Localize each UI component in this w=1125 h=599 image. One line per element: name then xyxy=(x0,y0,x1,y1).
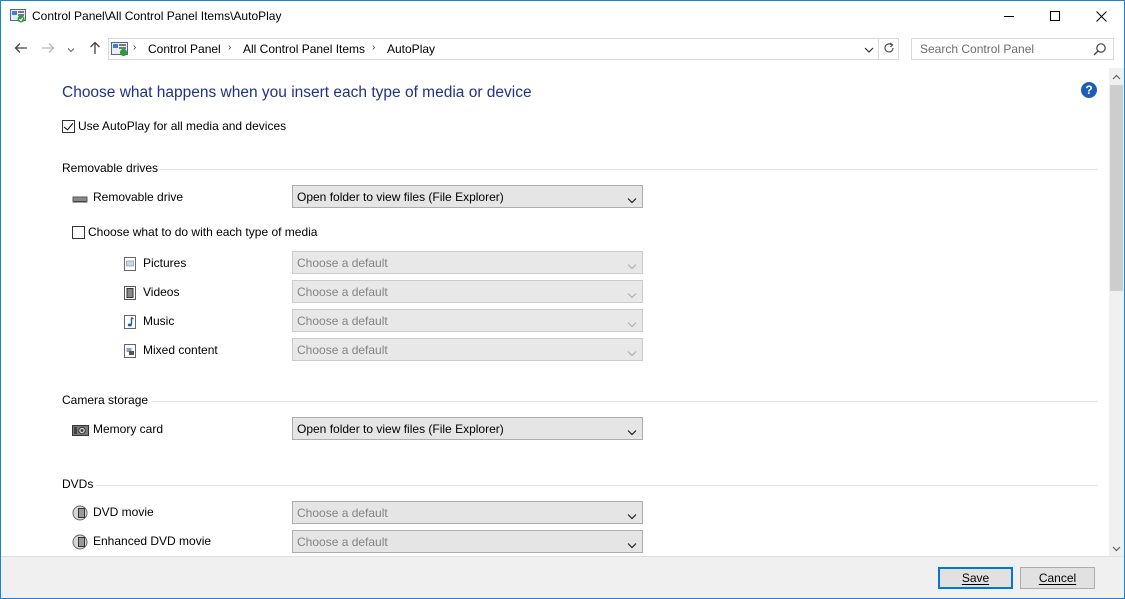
breadcrumb-separator-icon: › xyxy=(372,42,376,53)
dvd-movie-select[interactable]: Choose a default xyxy=(292,501,643,524)
section-removable-drives: Removable drives xyxy=(62,161,159,175)
recent-locations-button[interactable] xyxy=(65,40,77,58)
music-label: Music xyxy=(143,314,175,328)
refresh-icon xyxy=(883,42,895,57)
pictures-select: Choose a default xyxy=(292,251,643,274)
videos-icon xyxy=(122,285,138,301)
scroll-up-button[interactable] xyxy=(1109,68,1124,84)
videos-label: Videos xyxy=(143,285,180,299)
dvd-movie-icon xyxy=(72,505,88,521)
chevron-down-icon xyxy=(627,193,637,207)
section-divider xyxy=(160,169,1098,170)
breadcrumb-autoplay[interactable]: AutoPlay xyxy=(387,42,435,56)
dvd-movie-label: DVD movie xyxy=(93,505,154,519)
maximize-icon xyxy=(1050,11,1060,21)
minimize-button[interactable] xyxy=(986,1,1032,31)
mixed-content-select: Choose a default xyxy=(292,338,643,361)
memory-card-select-value: Open folder to view files (File Explorer… xyxy=(297,422,504,436)
section-divider xyxy=(151,401,1098,402)
navigation-bar: › Control Panel › All Control Panel Item… xyxy=(1,35,1124,63)
minimize-icon xyxy=(1004,11,1014,21)
back-button[interactable] xyxy=(12,40,30,58)
use-autoplay-label[interactable]: Use AutoPlay for all media and devices xyxy=(78,119,286,133)
search-icon[interactable] xyxy=(1093,42,1107,59)
chevron-down-icon xyxy=(627,317,637,331)
choose-each-media-label[interactable]: Choose what to do with each type of medi… xyxy=(88,225,317,239)
window-title: Control Panel\All Control Panel Items\Au… xyxy=(32,9,282,23)
memory-card-select[interactable]: Open folder to view files (File Explorer… xyxy=(292,417,643,440)
chevron-down-icon xyxy=(627,538,637,552)
videos-select: Choose a default xyxy=(292,280,643,303)
enhanced-dvd-movie-select[interactable]: Choose a default xyxy=(292,530,643,553)
removable-drive-select[interactable]: Open folder to view files (File Explorer… xyxy=(292,185,643,208)
title-bar: Control Panel\All Control Panel Items\Au… xyxy=(1,1,1124,31)
close-button[interactable] xyxy=(1078,1,1124,31)
chevron-down-icon xyxy=(627,288,637,302)
content-area: Choose what happens when you insert each… xyxy=(1,68,1109,556)
refresh-button[interactable] xyxy=(879,38,899,60)
chevron-down-icon xyxy=(627,346,637,360)
removable-drive-select-value: Open folder to view files (File Explorer… xyxy=(297,190,504,204)
breadcrumb-all-items[interactable]: All Control Panel Items xyxy=(243,42,365,56)
dvd-movie-select-value: Choose a default xyxy=(297,506,388,520)
back-arrow-icon xyxy=(14,42,28,57)
enhanced-dvd-movie-label: Enhanced DVD movie xyxy=(93,534,212,548)
chevron-down-icon xyxy=(627,425,637,439)
choose-each-media-checkbox[interactable] xyxy=(72,226,85,239)
enhanced-dvd-movie-select-value: Choose a default xyxy=(297,535,388,549)
removable-drive-icon xyxy=(72,191,88,207)
mixed-content-icon xyxy=(122,343,138,359)
removable-drive-label: Removable drive xyxy=(93,190,184,204)
save-button[interactable]: Save xyxy=(938,567,1013,589)
dialog-footer: Save Cancel xyxy=(1,556,1124,598)
breadcrumb-separator-icon: › xyxy=(228,42,232,53)
cancel-button-label: Cancel xyxy=(1038,571,1077,585)
up-button[interactable] xyxy=(86,40,104,58)
search-box[interactable]: Search Control Panel xyxy=(911,38,1114,60)
chevron-down-icon xyxy=(1112,541,1121,555)
section-camera-storage: Camera storage xyxy=(62,393,149,407)
scrollbar-thumb[interactable] xyxy=(1110,85,1123,291)
close-icon xyxy=(1095,10,1107,22)
enhanced-dvd-movie-icon xyxy=(72,534,88,550)
vertical-scrollbar[interactable] xyxy=(1109,68,1124,556)
chevron-down-icon xyxy=(67,42,75,56)
section-divider xyxy=(96,485,1098,486)
videos-select-value: Choose a default xyxy=(297,285,388,299)
forward-button[interactable] xyxy=(39,40,57,58)
address-bar[interactable]: › Control Panel › All Control Panel Item… xyxy=(108,38,879,60)
mixed-content-select-value: Choose a default xyxy=(297,343,388,357)
page-title: Choose what happens when you insert each… xyxy=(62,84,532,101)
maximize-button[interactable] xyxy=(1032,1,1078,31)
help-icon[interactable]: ? xyxy=(1081,82,1097,98)
pictures-label: Pictures xyxy=(143,256,187,270)
pictures-select-value: Choose a default xyxy=(297,256,388,270)
music-icon xyxy=(122,314,138,330)
music-select: Choose a default xyxy=(292,309,643,332)
forward-arrow-icon xyxy=(41,42,55,57)
search-input[interactable]: Search Control Panel xyxy=(920,42,1034,56)
save-button-label: Save xyxy=(961,571,990,585)
control-panel-icon xyxy=(111,41,129,57)
control-panel-icon xyxy=(10,9,26,23)
chevron-down-icon xyxy=(627,509,637,523)
mixed-content-label: Mixed content xyxy=(143,343,218,357)
autoplay-window: Control Panel\All Control Panel Items\Au… xyxy=(0,0,1125,599)
chevron-down-icon xyxy=(627,259,637,273)
section-dvds: DVDs xyxy=(62,477,94,491)
up-arrow-icon xyxy=(89,41,101,58)
cancel-button[interactable]: Cancel xyxy=(1020,567,1095,589)
scroll-down-button[interactable] xyxy=(1109,540,1124,556)
music-select-value: Choose a default xyxy=(297,314,388,328)
use-autoplay-checkbox[interactable] xyxy=(62,120,75,133)
pictures-icon xyxy=(122,256,138,272)
chevron-up-icon xyxy=(1112,69,1121,83)
address-dropdown-icon[interactable] xyxy=(864,43,874,57)
breadcrumb-control-panel[interactable]: Control Panel xyxy=(148,42,221,56)
memory-card-label: Memory card xyxy=(93,422,164,436)
memory-card-icon xyxy=(72,422,89,438)
breadcrumb-separator-icon: › xyxy=(133,42,137,53)
